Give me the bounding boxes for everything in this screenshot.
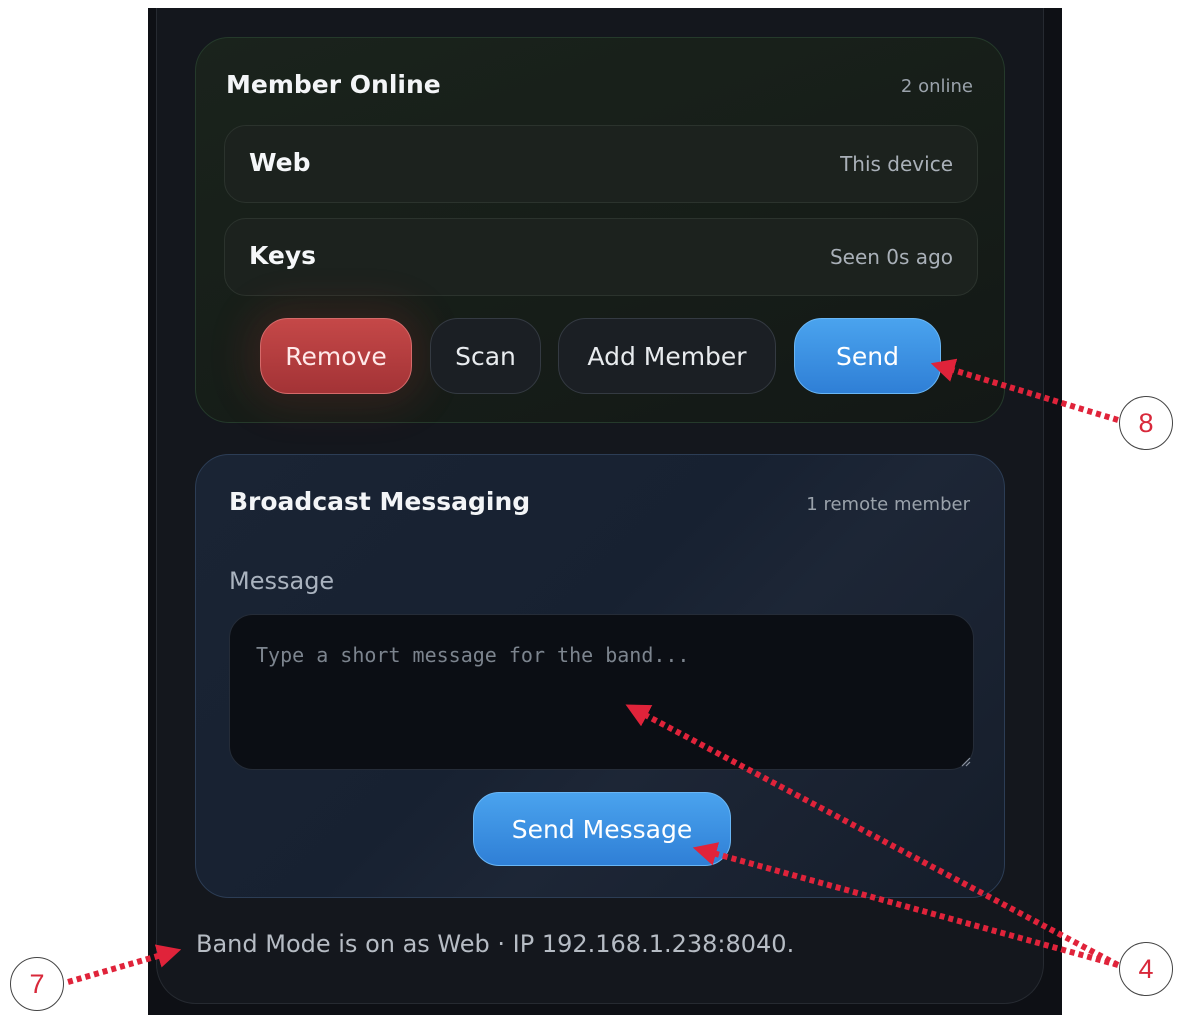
resize-grip-icon[interactable] <box>959 755 971 767</box>
annotation-marker-7: 7 <box>10 957 64 1011</box>
band-mode-status: Band Mode is on as Web · IP 192.168.1.23… <box>196 930 795 958</box>
message-textarea[interactable] <box>229 614 974 770</box>
send-button[interactable]: Send <box>794 318 941 394</box>
annotation-marker-8: 8 <box>1119 396 1173 450</box>
remote-member-count: 1 remote member <box>806 494 970 515</box>
annotation-marker-4: 4 <box>1119 942 1173 996</box>
scan-button[interactable]: Scan <box>430 318 541 394</box>
broadcast-title: Broadcast Messaging <box>229 487 531 516</box>
screenshot-stage: Member Online 2 online Web This device K… <box>0 0 1178 1015</box>
message-label: Message <box>229 567 335 595</box>
member-actions: Remove Scan Add Member Send <box>195 0 1005 420</box>
send-message-button[interactable]: Send Message <box>473 792 731 866</box>
broadcast-messaging-card: Broadcast Messaging 1 remote member Mess… <box>195 454 1005 898</box>
remove-button[interactable]: Remove <box>260 318 412 394</box>
add-member-button[interactable]: Add Member <box>558 318 776 394</box>
